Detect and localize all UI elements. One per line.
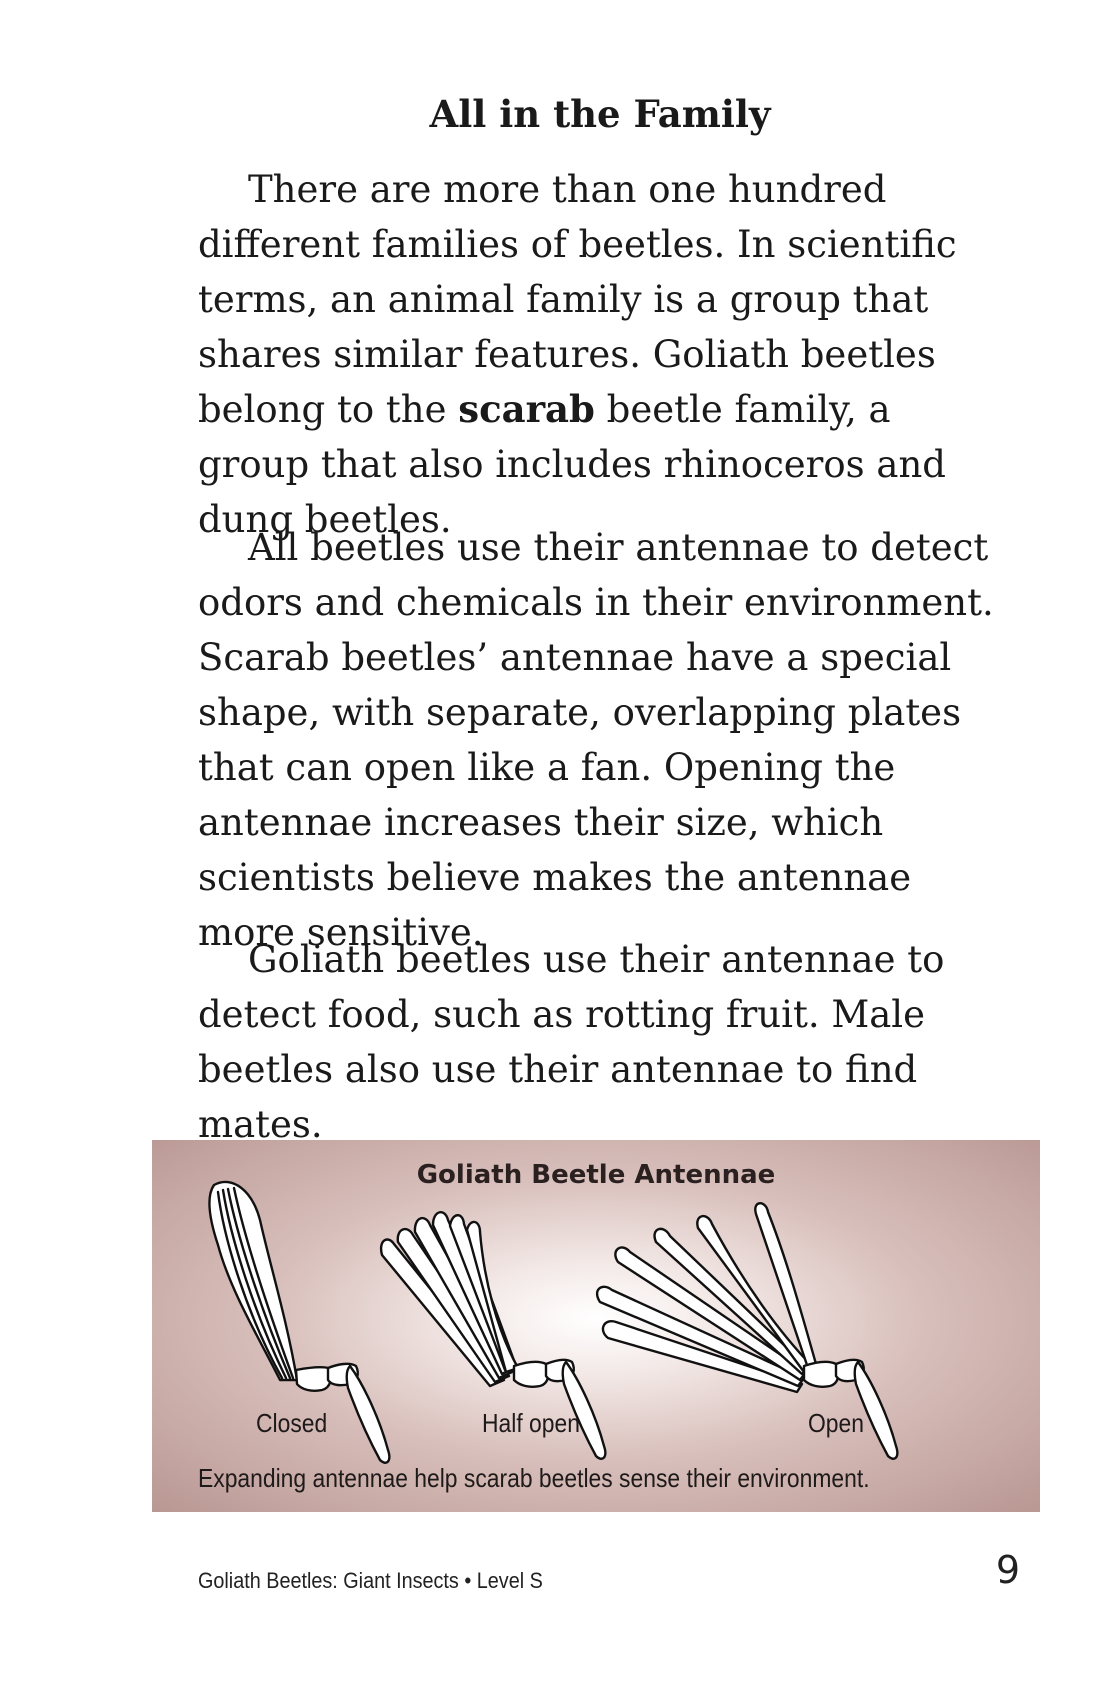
paragraph-3-text: Goliath beetles use their antennae to de…	[198, 938, 945, 1146]
label-closed: Closed	[256, 1408, 328, 1438]
paragraph-1: There are more than one hundred differen…	[198, 162, 998, 547]
paragraph-3: Goliath beetles use their antennae to de…	[198, 932, 998, 1152]
paragraph-2-text: All beetles use their antennae to detect…	[198, 526, 994, 954]
glossary-term-scarab: scarab	[458, 387, 595, 431]
label-open: Open	[808, 1408, 864, 1438]
section-heading: All in the Family	[429, 92, 771, 136]
page-number: 9	[995, 1548, 1020, 1592]
paragraph-2: All beetles use their antennae to detect…	[198, 520, 998, 960]
antennae-illustration	[208, 1180, 899, 1464]
figure-caption: Expanding antennae help scarab beetles s…	[198, 1463, 870, 1493]
antennae-figure: Goliath Beetle Antennae Closed Half open…	[152, 1140, 1040, 1512]
footer-book-title: Goliath Beetles: Giant Insects • Level S	[198, 1568, 543, 1593]
label-half-open: Half open	[482, 1408, 580, 1438]
